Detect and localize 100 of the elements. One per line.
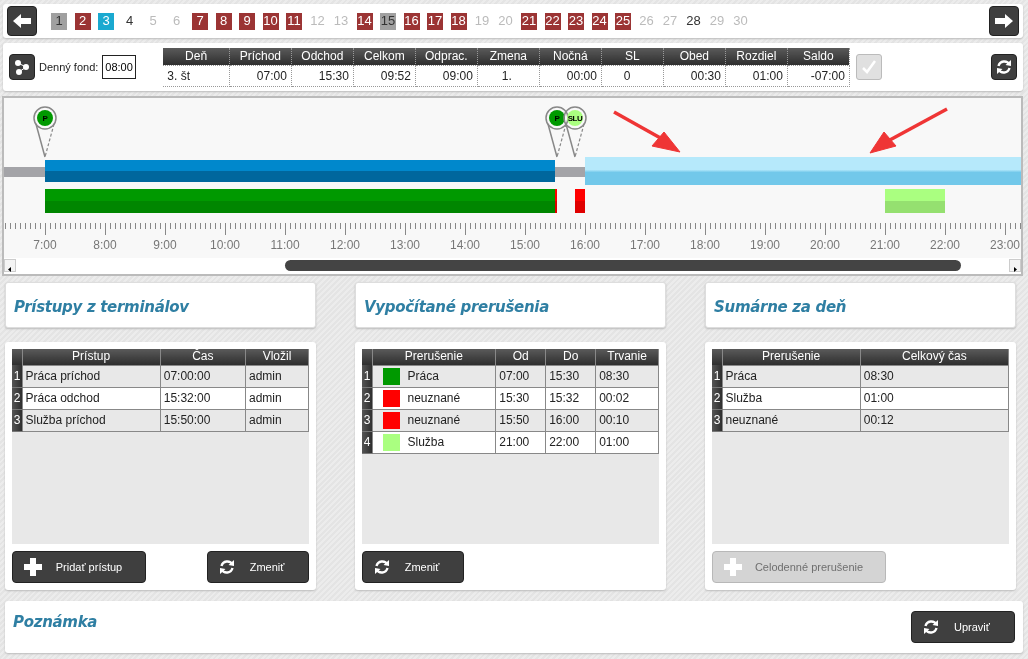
day-link[interactable]: 15 bbox=[380, 12, 396, 30]
day-link[interactable]: 21 bbox=[521, 12, 537, 30]
table-cell: 01:00 bbox=[860, 387, 1009, 409]
hour-label: 19:00 bbox=[749, 237, 781, 254]
table-cell: 3. št bbox=[163, 65, 230, 86]
table-cell: admin bbox=[245, 365, 309, 387]
column-header bbox=[12, 349, 22, 365]
column-header: Obed bbox=[663, 47, 726, 65]
previous-month-button[interactable] bbox=[7, 6, 37, 36]
table-cell: 0 bbox=[601, 65, 664, 86]
day-link[interactable]: 11 bbox=[286, 12, 302, 30]
row-number: 4 bbox=[362, 431, 372, 453]
refresh-button[interactable]: Upraviť bbox=[911, 611, 1015, 643]
day-link[interactable]: 23 bbox=[568, 12, 584, 30]
next-month-button[interactable] bbox=[989, 6, 1019, 36]
check-icon bbox=[859, 58, 878, 76]
column-header: Odchod bbox=[291, 47, 354, 65]
hour-label: 15:00 bbox=[509, 237, 541, 254]
column-header bbox=[712, 349, 722, 365]
column-header: Vložil bbox=[245, 349, 309, 365]
table-cell: 00:12 bbox=[860, 409, 1009, 431]
fund-field[interactable]: 08:00 bbox=[102, 55, 137, 79]
hour-label: 20:00 bbox=[809, 237, 841, 254]
hour-label: 21:00 bbox=[869, 237, 901, 254]
day-link[interactable]: 28 bbox=[685, 12, 702, 30]
scroll-right-button[interactable] bbox=[1009, 259, 1021, 272]
nodes-button[interactable] bbox=[9, 54, 35, 80]
refresh-button[interactable]: Zmeniť bbox=[207, 551, 309, 583]
hour-label: 7:00 bbox=[32, 237, 58, 254]
pin-icon bbox=[544, 106, 570, 158]
table-cell: neuznané bbox=[722, 409, 861, 431]
table-cell: 00:00 bbox=[539, 65, 602, 86]
table-cell: 07:00 bbox=[495, 365, 546, 387]
timeline-track bbox=[4, 167, 45, 177]
day-link[interactable]: 7 bbox=[192, 12, 208, 30]
table-cell: 08:30 bbox=[595, 365, 659, 387]
day-link[interactable]: 2 bbox=[74, 12, 91, 30]
row-number: 2 bbox=[362, 387, 372, 409]
scroll-left-button[interactable] bbox=[4, 259, 16, 272]
day-link[interactable]: 10 bbox=[262, 12, 279, 30]
hour-label: 8:00 bbox=[92, 237, 118, 254]
table-cell: 1. bbox=[477, 65, 540, 86]
day-link[interactable]: 16 bbox=[403, 12, 420, 30]
hour-label: 9:00 bbox=[152, 237, 178, 254]
table-cell: Práca bbox=[722, 365, 861, 387]
table-cell: Práca odchod bbox=[22, 387, 161, 409]
hour-label: 11:00 bbox=[269, 237, 301, 254]
refresh-icon bbox=[373, 558, 391, 576]
table-cell: neuznané bbox=[407, 390, 461, 405]
row-number: 1 bbox=[362, 365, 372, 387]
table-cell: -07:00 bbox=[787, 65, 850, 86]
day-link[interactable]: 18 bbox=[450, 12, 467, 30]
column-header: Do bbox=[545, 349, 596, 365]
column-header: Prerušenie bbox=[372, 349, 496, 365]
hour-label: 13:00 bbox=[389, 237, 421, 254]
plus-icon bbox=[23, 557, 43, 577]
add-button[interactable]: Pridať prístup bbox=[12, 551, 146, 583]
table-cell: 01:00 bbox=[725, 65, 788, 86]
scrollbar[interactable] bbox=[4, 258, 1021, 274]
day-link[interactable]: 22 bbox=[544, 12, 561, 30]
table-cell: Služba bbox=[407, 434, 445, 449]
column-header: Saldo bbox=[787, 47, 850, 65]
hour-label: 10:00 bbox=[209, 237, 241, 254]
table-cell: 00:30 bbox=[663, 65, 726, 86]
day-link[interactable]: 4 bbox=[121, 12, 138, 30]
table-cell: Služba bbox=[722, 387, 861, 409]
day-link[interactable]: 17 bbox=[427, 12, 443, 30]
refresh-button[interactable] bbox=[991, 54, 1017, 80]
table-cell: 15:30 bbox=[291, 65, 354, 86]
table-cell: 07:00:00 bbox=[160, 365, 246, 387]
day-link[interactable]: 25 bbox=[615, 12, 631, 30]
pin-icon bbox=[562, 106, 588, 158]
column-header: Prístup bbox=[22, 349, 161, 365]
column-header: SL bbox=[601, 47, 664, 65]
column-header: Celkom bbox=[353, 47, 416, 65]
column-header: Čas bbox=[160, 349, 246, 365]
nodes-icon bbox=[13, 58, 31, 76]
day-link[interactable]: 14 bbox=[356, 12, 373, 30]
plus-icon bbox=[723, 557, 743, 577]
day-link[interactable]: 8 bbox=[215, 12, 232, 30]
day-link[interactable]: 24 bbox=[591, 12, 608, 30]
row-number: 2 bbox=[712, 387, 722, 409]
hour-label: 23:00 bbox=[989, 237, 1021, 254]
scroll-thumb[interactable] bbox=[285, 260, 961, 271]
table-cell: Práca príchod bbox=[22, 365, 161, 387]
column-header: Odprac. bbox=[415, 47, 478, 65]
panel-title: Sumárne za deň bbox=[714, 297, 848, 318]
column-header: Príchod bbox=[229, 47, 292, 65]
hour-label: 16:00 bbox=[569, 237, 601, 254]
table-cell: Služba príchod bbox=[22, 409, 161, 431]
interruption-bar bbox=[575, 189, 585, 213]
column-header: Zmena bbox=[477, 47, 540, 65]
marker-label: P bbox=[553, 113, 561, 125]
day-link[interactable]: 9 bbox=[239, 12, 255, 30]
panel-title: Vypočítané prerušenia bbox=[364, 297, 550, 318]
refresh-button[interactable]: Zmeniť bbox=[362, 551, 464, 583]
table-cell: 09:00 bbox=[415, 65, 478, 86]
day-link[interactable]: 1 bbox=[51, 12, 67, 30]
timeline-track bbox=[555, 167, 585, 177]
column-header: Rozdiel bbox=[725, 47, 788, 65]
